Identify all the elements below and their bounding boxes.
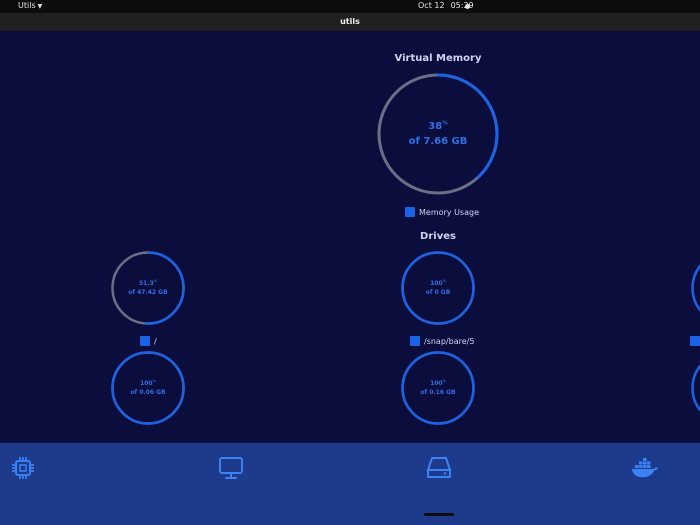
drives-title: Drives xyxy=(420,231,456,242)
drive-total: of 0 GB xyxy=(425,289,451,296)
app-menu-label: Utils xyxy=(18,1,36,10)
cpu-icon xyxy=(12,457,34,479)
drive-percent: 51.3% xyxy=(138,279,158,287)
drive-gauge-partial xyxy=(691,351,700,425)
drive-percent: 100% xyxy=(430,279,446,287)
drive-total: of 47.42 GB xyxy=(128,289,168,296)
virtual-memory-total: of 7.66 GB xyxy=(408,136,468,147)
legend-swatch xyxy=(410,336,420,346)
app-menu[interactable]: Utils ▼ xyxy=(18,1,42,10)
memory-usage-legend[interactable]: Memory Usage xyxy=(405,207,479,217)
clock-date: Oct 12 xyxy=(418,1,445,10)
bottom-nav-bar xyxy=(0,443,700,525)
drive-percent: 100% xyxy=(140,379,156,387)
drive-total: of 0.06 GB xyxy=(130,389,166,396)
nav-docker-button[interactable] xyxy=(630,453,660,483)
home-indicator[interactable] xyxy=(424,513,454,516)
nav-drives-button[interactable] xyxy=(424,453,454,483)
drive-total: of 0.16 GB xyxy=(420,389,456,396)
drive-legend-partial[interactable] xyxy=(690,336,700,346)
drive-gauge: 100% of 0.06 GB xyxy=(111,351,185,425)
legend-swatch xyxy=(405,207,415,217)
window-title: utils xyxy=(340,17,360,26)
virtual-memory-percent: 38% xyxy=(428,120,448,132)
clock-time: 05:29 xyxy=(450,1,474,10)
memory-usage-legend-label: Memory Usage xyxy=(419,207,480,217)
virtual-memory-gauge: 38% of 7.66 GB xyxy=(377,73,499,195)
drive-legend[interactable]: /snap/bare/5 xyxy=(410,336,474,346)
system-top-bar: Utils ▼ Oct 12 05:29 xyxy=(0,0,700,13)
window-title-bar: utils xyxy=(0,13,700,31)
drive-percent: 100% xyxy=(430,379,446,387)
drive-gauge-partial xyxy=(691,251,700,325)
drive-legend[interactable]: / xyxy=(140,336,157,346)
drive-legend-label: /snap/bare/5 xyxy=(424,336,475,346)
drive-icon xyxy=(427,457,451,478)
docker-icon xyxy=(632,458,658,478)
nav-cpu-button[interactable] xyxy=(8,453,38,483)
nav-display-button[interactable] xyxy=(216,453,246,483)
monitor-icon xyxy=(219,457,243,479)
main-content: Virtual Memory 38% of 7.66 GB Memory Usa… xyxy=(0,31,700,443)
drive-gauge: 100% of 0.16 GB xyxy=(401,351,475,425)
caret-down-icon: ▼ xyxy=(37,3,43,10)
drive-legend-label: / xyxy=(154,336,157,346)
drive-gauge: 51.3% of 47.42 GB xyxy=(111,251,185,325)
virtual-memory-title: Virtual Memory xyxy=(394,53,482,64)
drive-gauge: 100% of 0 GB xyxy=(401,251,475,325)
status-dot-icon xyxy=(465,4,470,9)
legend-swatch xyxy=(690,336,700,346)
legend-swatch xyxy=(140,336,150,346)
